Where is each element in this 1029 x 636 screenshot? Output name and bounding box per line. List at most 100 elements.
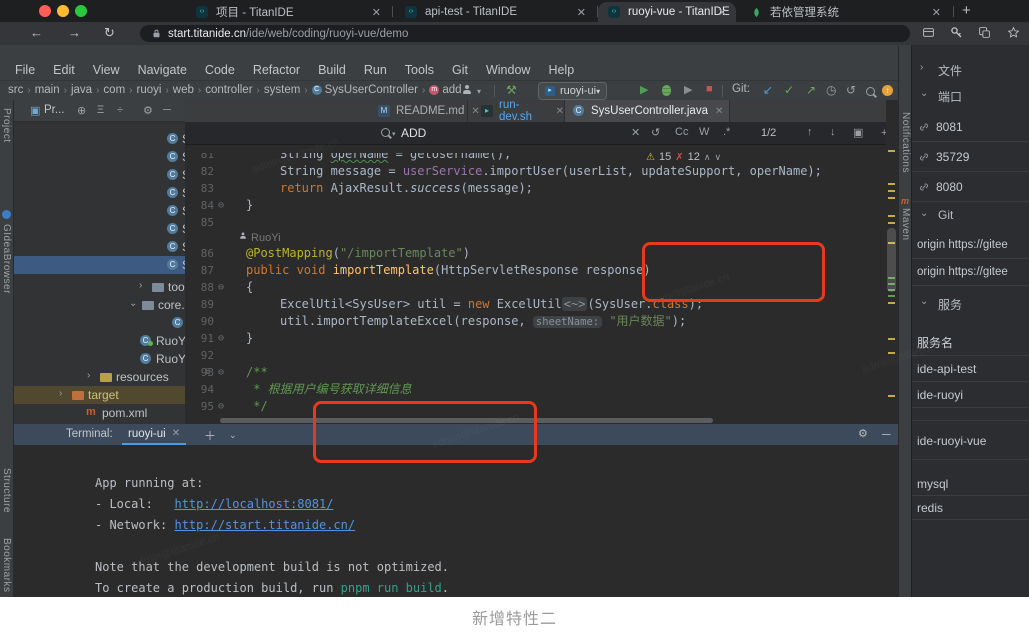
menu-item-window[interactable]: Window	[477, 63, 539, 77]
tree-row[interactable]: CS	[14, 166, 185, 184]
chevron-icon[interactable]: ›	[59, 388, 62, 399]
tree-item-too[interactable]: ›too	[14, 278, 185, 296]
key-icon[interactable]	[950, 26, 963, 44]
breadcrumb-item[interactable]: system	[264, 84, 300, 96]
close-icon[interactable]: ✕	[715, 106, 723, 117]
rollback-icon[interactable]: ↺	[846, 83, 856, 97]
menu-item-run[interactable]: Run	[355, 63, 396, 77]
tree-item-ruoyiapp[interactable]: CRuoYiApp	[14, 332, 185, 350]
breadcrumb-item[interactable]: SysUserController	[325, 84, 418, 96]
menu-item-tools[interactable]: Tools	[396, 63, 443, 77]
service-row-ide-api-test[interactable]: ide-api-test	[912, 356, 1029, 382]
user-icon[interactable]	[462, 85, 472, 95]
breadcrumb-item[interactable]: java	[71, 84, 92, 96]
chevron-icon[interactable]: ›	[87, 370, 90, 381]
card-icon[interactable]	[922, 26, 935, 44]
tool-strip-notifications[interactable]: Notifications	[900, 112, 911, 173]
match-case-toggle[interactable]: Cc	[675, 126, 688, 138]
tree-row[interactable]: CS	[14, 148, 185, 166]
service-row-ide-ruoyi-vue[interactable]: ide-ruoyi-vue	[912, 420, 1029, 460]
breadcrumb-item[interactable]: controller	[205, 84, 252, 96]
inspections-widget[interactable]: ⚠15 ✗12 ∧ ∨	[646, 149, 721, 165]
browser-tab[interactable]: 若依管理系统✕	[740, 2, 950, 22]
chevron-down-icon[interactable]: ▾	[477, 87, 481, 96]
prev-problem-icon[interactable]: ∧	[704, 152, 711, 163]
stop-button[interactable]: ■	[706, 83, 713, 95]
address-bar[interactable]: start.titanide.cn/ide/web/coding/ruoyi-v…	[140, 25, 910, 42]
tree-row[interactable]: CS	[14, 202, 185, 220]
browser-tab[interactable]: ‹›项目 - TitanIDE✕	[186, 2, 390, 22]
port-row[interactable]: 35729	[912, 142, 1029, 172]
breadcrumb-item[interactable]: main	[35, 84, 60, 96]
update-indicator-icon[interactable]: ↑	[882, 85, 893, 96]
build-hammer-icon[interactable]: ⚒	[506, 83, 517, 97]
stripe-thumb[interactable]	[887, 228, 896, 292]
history-clock-icon[interactable]: ◷	[826, 83, 836, 97]
clear-search-icon[interactable]: ✕	[631, 126, 640, 139]
git-commit-icon[interactable]: ✓	[784, 83, 794, 97]
fold-icon[interactable]: ⊖	[218, 279, 224, 296]
menu-item-file[interactable]: File	[6, 63, 44, 77]
terminal-link[interactable]: http://start.titanide.cn/	[174, 518, 355, 532]
search-input[interactable]: ADD	[401, 126, 426, 140]
browser-tab[interactable]: ‹›api-test - TitanIDE✕	[395, 2, 595, 22]
minimize-window-button[interactable]	[57, 5, 69, 17]
forward-icon[interactable]: →	[68, 25, 81, 40]
zoom-window-button[interactable]	[75, 5, 87, 17]
editor-tab-run-dev-sh[interactable]: ▸run-dev.sh✕	[473, 100, 565, 122]
menu-item-git[interactable]: Git	[443, 63, 477, 77]
bookmark-star-icon[interactable]	[1007, 26, 1020, 44]
port-row[interactable]: 8080	[912, 172, 1029, 202]
fold-icon[interactable]: ⊖	[218, 197, 224, 214]
menu-item-help[interactable]: Help	[539, 63, 583, 77]
sidebar-section-文件[interactable]: ›文件	[912, 62, 1029, 82]
open-in-find-window-icon[interactable]: ▣	[853, 126, 863, 139]
new-terminal-icon[interactable]: ＋	[204, 427, 216, 444]
fold-icon[interactable]: ⊖	[218, 364, 224, 381]
breadcrumb-item[interactable]: src	[8, 84, 23, 96]
fold-icon[interactable]: ⊖	[218, 398, 224, 415]
chevron-down-icon[interactable]: ⌄	[229, 430, 237, 441]
tool-strip-maven[interactable]: Maven	[900, 208, 911, 241]
tree-row[interactable]: CS	[14, 238, 185, 256]
reload-icon[interactable]: ↻	[104, 25, 115, 41]
tree-item-target[interactable]: ›target	[14, 386, 185, 404]
close-window-button[interactable]	[39, 5, 51, 17]
tool-strip-gideabrowser[interactable]: GIdeaBrowser	[1, 224, 12, 294]
translate-icon[interactable]	[978, 26, 991, 44]
chevron-icon[interactable]: ⌄	[129, 298, 137, 309]
service-row-redis[interactable]: redis	[912, 496, 1029, 520]
terminal-settings-gear-icon[interactable]: ⚙	[858, 427, 868, 440]
sidebar-section-端口[interactable]: ⌄端口	[912, 88, 1029, 108]
tree-row[interactable]: CS	[14, 184, 185, 202]
regex-toggle[interactable]: .*	[723, 126, 730, 138]
close-icon[interactable]: ✕	[372, 6, 381, 19]
run-configuration-select[interactable]: ▸ruoyi-ui ▾	[538, 82, 607, 100]
close-icon[interactable]: ✕	[556, 106, 564, 117]
expand-all-icon[interactable]: Ξ	[97, 104, 104, 116]
next-match-icon[interactable]: ↓	[830, 126, 836, 138]
prev-match-icon[interactable]: ↑	[807, 126, 813, 138]
fold-icon[interactable]: ⊖	[218, 330, 224, 347]
tree-row[interactable]: CS	[14, 130, 185, 148]
tool-strip-structure[interactable]: Structure	[1, 468, 12, 513]
menu-item-navigate[interactable]: Navigate	[129, 63, 196, 77]
service-row-ide-ruoyi[interactable]: ide-ruoyi	[912, 382, 1029, 408]
gear-icon[interactable]: ⚙	[143, 104, 153, 117]
run-button[interactable]: ▶	[640, 83, 648, 96]
close-icon[interactable]: ✕	[577, 6, 586, 19]
editor-error-stripe[interactable]	[886, 100, 898, 424]
next-problem-icon[interactable]: ∨	[714, 152, 721, 163]
editor-tab-sysusercontroller-java[interactable]: CSysUserController.java✕	[565, 100, 730, 122]
breadcrumb-item[interactable]: com	[103, 84, 125, 96]
tree-item-ruoyiser[interactable]: CRuoYiSer	[14, 350, 185, 368]
debug-bug-icon[interactable]	[662, 85, 671, 96]
tree-item-swa[interactable]: CSwa	[14, 314, 185, 332]
words-toggle[interactable]: W	[699, 126, 709, 138]
menu-item-build[interactable]: Build	[309, 63, 355, 77]
terminal-link[interactable]: http://localhost:8081/	[174, 497, 333, 511]
menu-item-code[interactable]: Code	[196, 63, 244, 77]
menu-item-refactor[interactable]: Refactor	[244, 63, 309, 77]
editor-tab-readme-md[interactable]: MREADME.md✕	[370, 100, 468, 122]
sidebar-section-Git[interactable]: ⌄Git	[912, 208, 1029, 228]
